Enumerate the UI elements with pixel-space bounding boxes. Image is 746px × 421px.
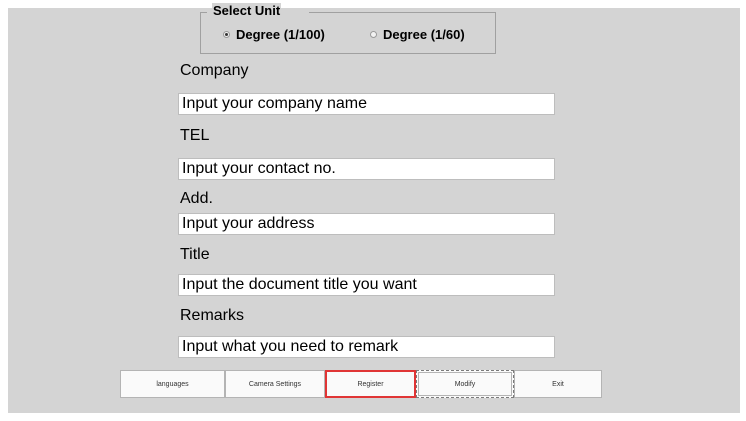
radio-unchecked-icon[interactable] (370, 31, 377, 38)
company-label: Company (180, 62, 249, 79)
exit-button[interactable]: Exit (514, 370, 602, 398)
radio-degree-1-60-label: Degree (1/60) (383, 27, 465, 42)
action-button-bar: languages Camera Settings Register Modif… (120, 370, 602, 398)
remarks-label: Remarks (180, 307, 245, 324)
remarks-input[interactable] (178, 336, 555, 358)
radio-degree-1-60[interactable]: Degree (1/60) (370, 27, 465, 42)
modify-button[interactable]: Modify (416, 370, 514, 398)
register-button[interactable]: Register (325, 370, 416, 398)
company-input[interactable] (178, 93, 555, 115)
radio-checked-icon[interactable] (223, 31, 230, 38)
address-label: Add. (180, 190, 213, 207)
languages-button[interactable]: languages (120, 370, 225, 398)
title-label: Title (180, 246, 210, 263)
title-input[interactable] (178, 274, 555, 296)
radio-degree-1-100-label: Degree (1/100) (236, 27, 325, 42)
tel-input[interactable] (178, 158, 555, 180)
tel-label: TEL (180, 127, 210, 144)
address-input[interactable] (178, 213, 555, 235)
camera-settings-button[interactable]: Camera Settings (225, 370, 325, 398)
unit-selector-legend: Select Unit (212, 3, 282, 18)
radio-degree-1-100[interactable]: Degree (1/100) (223, 27, 325, 42)
